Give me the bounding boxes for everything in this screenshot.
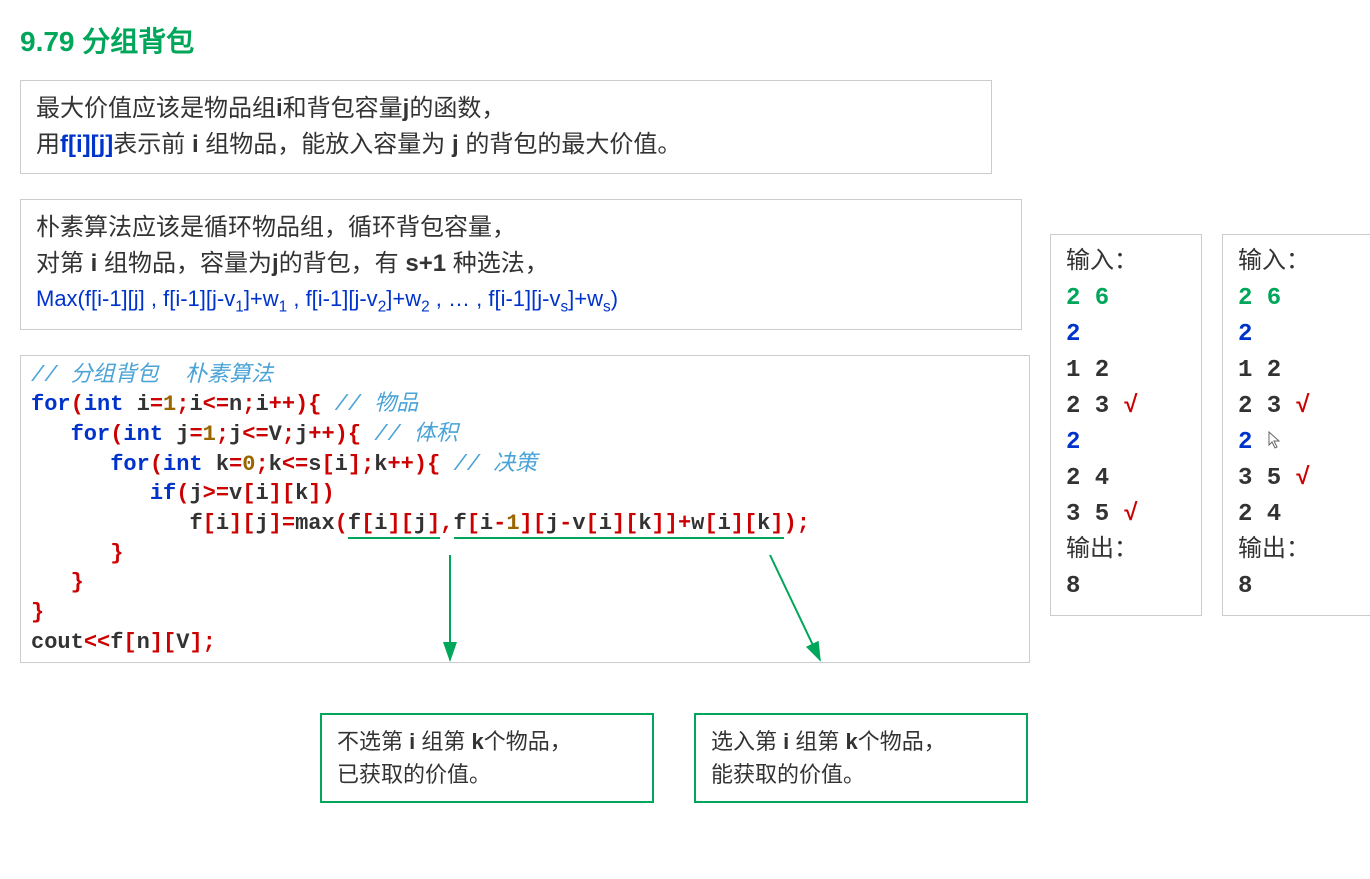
io-row: 2 3 √ (1238, 389, 1358, 425)
definition-box: 最大价值应该是物品组i和背包容量j的函数， 用f[i][j]表示前 i 组物品，… (20, 80, 992, 174)
callout-select: 选入第 i 组第 k个物品， 能获取的价值。 (694, 713, 1028, 803)
algo-line1: 朴素算法应该是循环物品组，循环背包容量， (36, 210, 1006, 246)
io-row: 2 (1238, 425, 1358, 461)
io-row: 2 4 (1066, 461, 1186, 497)
io-row: 2 (1066, 425, 1186, 461)
io-examples: 输入： 2 6 2 1 2 2 3 √ 2 2 4 3 5 √ 输出： 8 输入… (1050, 234, 1370, 616)
heading-title: 分组背包 (82, 26, 194, 57)
code-box: // 分组背包 朴素算法 for(int i=1;i<=n;i++){ // 物… (20, 355, 1030, 664)
definition-line2: 用f[i][j]表示前 i 组物品，能放入容量为 j 的背包的最大价值。 (36, 127, 976, 163)
input-label: 输入： (1066, 245, 1186, 281)
io-row: 3 5 √ (1238, 461, 1358, 497)
algorithm-desc-box: 朴素算法应该是循环物品组，循环背包容量， 对第 i 组物品，容量为j的背包，有 … (20, 199, 1022, 330)
io-row: 3 5 √ (1066, 497, 1186, 533)
code-container: // 分组背包 朴素算法 for(int i=1;i<=n;i++){ // 物… (20, 355, 1030, 804)
comment: // 分组背包 朴素算法 (31, 363, 273, 388)
callout-no-select: 不选第 i 组第 k个物品， 已获取的价值。 (320, 713, 654, 803)
io-row: 2 (1238, 317, 1358, 353)
io-row: 2 6 (1238, 281, 1358, 317)
cursor-icon (1267, 427, 1283, 463)
output-label: 输出： (1238, 533, 1358, 569)
algo-line2: 对第 i 组物品，容量为j的背包，有 s+1 种选法， (36, 246, 1006, 282)
check-icon: √ (1124, 501, 1138, 528)
io-output: 8 (1238, 569, 1358, 605)
io-output: 8 (1066, 569, 1186, 605)
io-box-2: 输入： 2 6 2 1 2 2 3 √ 2 3 5 √ 2 4 输出： 8 (1222, 234, 1370, 616)
io-row: 2 6 (1066, 281, 1186, 317)
io-row: 2 (1066, 317, 1186, 353)
check-icon: √ (1124, 393, 1138, 420)
io-row: 2 4 (1238, 497, 1358, 533)
check-icon: √ (1296, 393, 1310, 420)
output-label: 输出： (1066, 533, 1186, 569)
max-formula: Max(f[i-1][j] , f[i-1][j-v1]+w1 , f[i-1]… (36, 282, 1006, 319)
input-label: 输入： (1238, 245, 1358, 281)
callout-row: 不选第 i 组第 k个物品， 已获取的价值。 选入第 i 组第 k个物品， 能获… (320, 713, 1030, 803)
check-icon: √ (1296, 465, 1310, 492)
io-row: 1 2 (1238, 353, 1358, 389)
section-heading: 9.79 分组背包 (20, 20, 1350, 60)
io-box-1: 输入： 2 6 2 1 2 2 3 √ 2 2 4 3 5 √ 输出： 8 (1050, 234, 1202, 616)
heading-number: 9.79 (20, 26, 75, 57)
io-row: 1 2 (1066, 353, 1186, 389)
io-row: 2 3 √ (1066, 389, 1186, 425)
definition-line1: 最大价值应该是物品组i和背包容量j的函数， (36, 91, 976, 127)
